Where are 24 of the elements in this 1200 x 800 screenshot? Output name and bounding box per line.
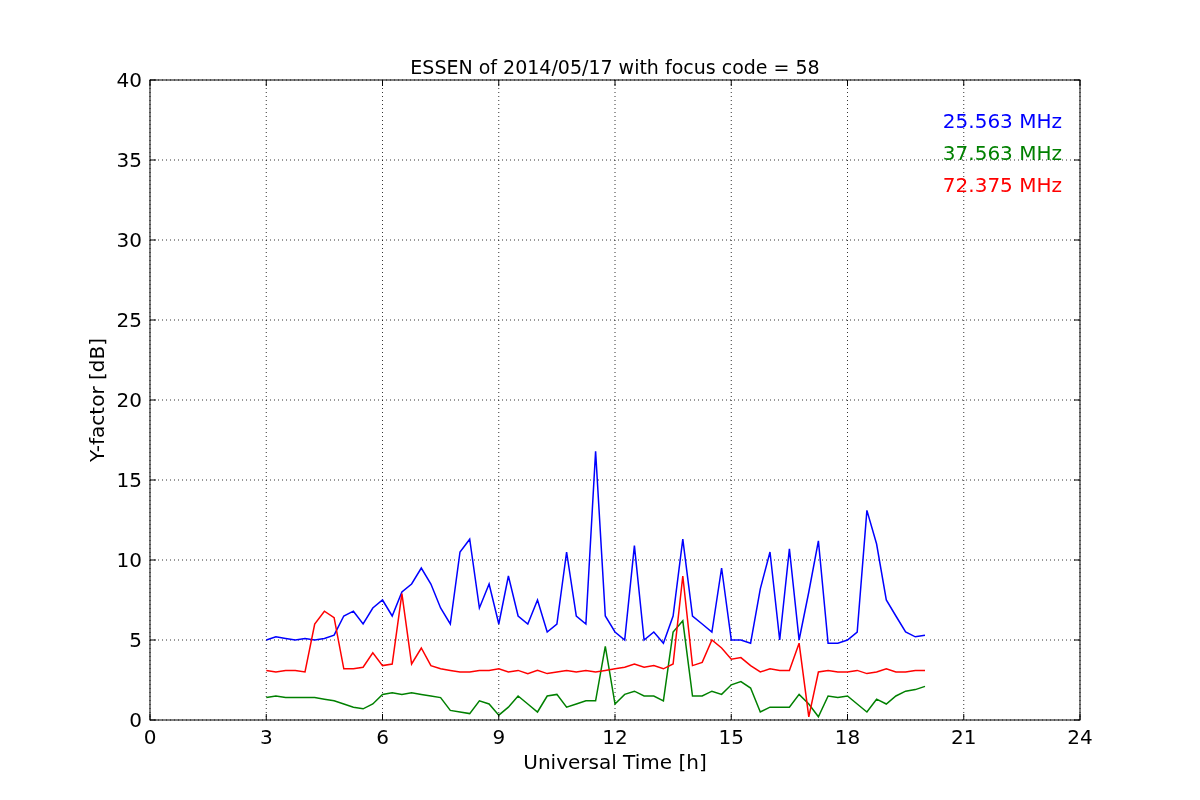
tick-label: 10 [116, 548, 142, 572]
tick-label: 30 [116, 228, 142, 252]
tick-label: 15 [116, 468, 142, 492]
tick-label: 15 [718, 725, 744, 749]
tick-label: 20 [116, 388, 142, 412]
axis-label: Y-factor [dB] [85, 338, 109, 462]
tick-label: 12 [602, 725, 628, 749]
chart-title: ESSEN of 2014/05/17 with focus code = 58 [410, 56, 820, 78]
legend-label: 37.563 MHz [942, 141, 1062, 165]
axis-label: Universal Time [h] [523, 750, 707, 774]
tick-label: 25 [116, 308, 142, 332]
tick-label: 40 [116, 68, 142, 92]
tick-label: 18 [834, 725, 861, 749]
tick-label: 35 [116, 148, 142, 172]
legend-label: 72.375 MHz [942, 173, 1062, 197]
tick-label: 5 [129, 628, 142, 652]
tick-label: 0 [129, 708, 142, 732]
tick-label: 9 [492, 725, 506, 749]
legend-label: 25.563 MHz [942, 109, 1062, 133]
tick-label: 6 [376, 725, 389, 749]
tick-label: 3 [259, 725, 273, 749]
tick-label: 24 [1067, 725, 1093, 749]
tick-label: 0 [143, 725, 157, 749]
tick-label: 21 [951, 725, 977, 749]
